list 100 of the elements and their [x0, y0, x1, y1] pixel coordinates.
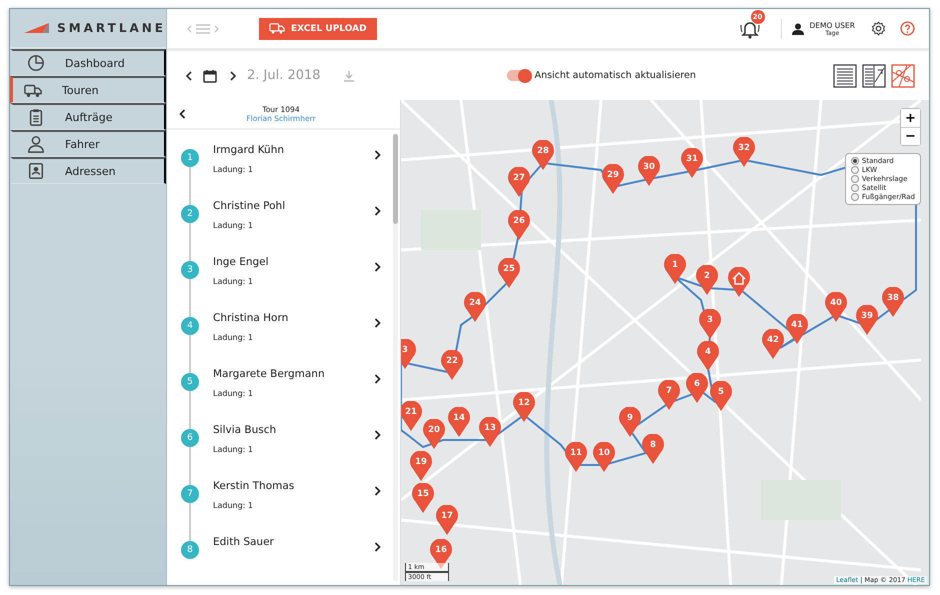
stop-number: 3 — [181, 261, 199, 279]
stop-name[interactable]: Christine Pohl — [213, 200, 374, 212]
stop-number: 4 — [181, 317, 199, 335]
chevron-right-icon[interactable] — [374, 206, 381, 216]
map-marker[interactable]: 25 — [498, 258, 520, 288]
stop-number: 8 — [181, 541, 199, 559]
map-marker[interactable]: 42 — [762, 329, 784, 359]
home-marker[interactable] — [728, 267, 750, 297]
stop-load: Ladung: 1 — [213, 501, 254, 510]
chevron-right-icon[interactable] — [374, 374, 381, 384]
map-marker[interactable]: 26 — [508, 210, 530, 240]
nav-item[interactable]: Fahrer — [10, 130, 166, 157]
stop-load: Ladung: 1 — [213, 165, 254, 174]
map-marker[interactable]: 8 — [642, 434, 664, 464]
map-marker[interactable]: 40 — [825, 292, 847, 322]
map-marker[interactable]: 22 — [441, 350, 463, 380]
map-marker[interactable]: 39 — [856, 305, 878, 335]
stop-name[interactable]: Kerstin Thomas — [213, 480, 374, 492]
chevron-right-icon[interactable] — [374, 318, 381, 328]
stop-number: 1 — [181, 149, 199, 167]
contact-card-icon — [27, 162, 45, 180]
map-view-icon[interactable] — [891, 64, 915, 88]
map-marker[interactable]: 30 — [638, 156, 660, 186]
stop-load: Ladung: 1 — [213, 389, 254, 398]
map-marker[interactable]: 21 — [401, 401, 422, 431]
stop-name[interactable]: Edith Sauer — [213, 536, 374, 548]
stop-load: Ladung: 1 — [213, 277, 254, 286]
map-marker[interactable]: 12 — [513, 392, 535, 422]
auto-refresh-label: Ansicht automatisch aktualisieren — [534, 70, 696, 81]
stop-name[interactable]: Christina Horn — [213, 312, 374, 324]
map-marker[interactable]: 19 — [410, 451, 432, 481]
stop-load: Ladung: 1 — [213, 445, 254, 454]
map-marker[interactable]: 32 — [733, 137, 755, 167]
map-marker[interactable]: 24 — [464, 292, 486, 322]
radio-button[interactable] — [850, 193, 859, 201]
chevron-right-icon[interactable] — [374, 262, 381, 272]
zoom-out-button[interactable]: − — [901, 127, 920, 145]
scrollbar[interactable] — [393, 134, 398, 581]
calendar-icon[interactable] — [203, 68, 217, 82]
next-day-icon[interactable] — [229, 70, 237, 80]
map-marker[interactable]: 20 — [423, 419, 445, 449]
radio-button[interactable] — [850, 175, 859, 183]
map-marker[interactable]: 41 — [786, 314, 808, 344]
radio-button[interactable] — [850, 166, 859, 174]
list-view-icon[interactable] — [833, 64, 857, 88]
chevron-right-icon[interactable] — [374, 542, 381, 552]
map-marker[interactable]: 3 — [401, 339, 416, 369]
stop-name[interactable]: Silvia Busch — [213, 424, 374, 436]
map-marker[interactable]: 1 — [664, 254, 686, 284]
nav-item[interactable]: Touren — [10, 76, 166, 103]
map-marker[interactable]: 4 — [697, 341, 719, 371]
stop-number: 6 — [181, 429, 199, 447]
truck-icon — [269, 23, 285, 34]
map-marker[interactable]: 17 — [436, 505, 458, 535]
help-icon[interactable] — [900, 21, 915, 36]
stop-name[interactable]: Inge Engel — [213, 256, 374, 268]
map-marker[interactable]: 14 — [448, 407, 470, 437]
settings-icon[interactable] — [871, 21, 886, 36]
stop-number: 5 — [181, 373, 199, 391]
pie-chart-icon — [27, 54, 45, 72]
map-marker[interactable]: 13 — [479, 417, 501, 447]
chevron-right-icon[interactable] — [374, 486, 381, 496]
radio-button[interactable] — [850, 157, 859, 165]
map-marker[interactable]: 29 — [602, 164, 624, 194]
map-marker[interactable]: 2 — [696, 265, 718, 295]
map-marker[interactable]: 7 — [658, 380, 680, 410]
map-marker[interactable]: 6 — [686, 373, 708, 403]
stop-number: 2 — [181, 205, 199, 223]
nav-item[interactable]: Adressen — [10, 157, 166, 184]
logo-text: SMARTLANE — [57, 21, 166, 35]
stop-name[interactable]: Margarete Bergmann — [213, 368, 374, 380]
chevron-right-icon[interactable] — [374, 430, 381, 440]
split-view-icon[interactable] — [862, 64, 886, 88]
chevron-right-icon[interactable] — [374, 150, 381, 160]
user-icon — [792, 22, 804, 34]
excel-upload-button[interactable]: EXCEL UPLOAD — [259, 18, 377, 40]
nav-item[interactable]: Aufträge — [10, 103, 166, 130]
auto-refresh-toggle[interactable] — [506, 70, 531, 81]
map-marker[interactable]: 10 — [593, 442, 615, 472]
stop-load: Ladung: 1 — [213, 333, 254, 342]
map-marker[interactable]: 27 — [508, 167, 530, 197]
stop-number: 7 — [181, 485, 199, 503]
stop-load: Ladung: 1 — [213, 221, 254, 230]
previous-day-icon[interactable] — [185, 70, 193, 80]
map-marker[interactable]: 5 — [710, 381, 732, 411]
date-text: 2. Jul. 2018 — [247, 68, 321, 83]
radio-button[interactable] — [850, 184, 859, 192]
logo-icon — [24, 22, 50, 34]
map-marker[interactable]: 3 — [699, 309, 721, 339]
person-icon — [27, 135, 45, 153]
map-marker[interactable]: 16 — [430, 539, 452, 569]
map-marker[interactable]: 31 — [681, 148, 703, 178]
nav-item[interactable]: Dashboard — [10, 49, 166, 76]
map-marker[interactable]: 15 — [412, 483, 434, 513]
stop-name[interactable]: Irmgard Kühn — [213, 144, 374, 156]
map-marker[interactable]: 28 — [532, 140, 554, 170]
map-marker[interactable]: 9 — [619, 407, 641, 437]
map-marker[interactable]: 11 — [565, 442, 587, 472]
back-icon[interactable] — [179, 109, 186, 119]
map-marker[interactable]: 38 — [882, 287, 904, 317]
